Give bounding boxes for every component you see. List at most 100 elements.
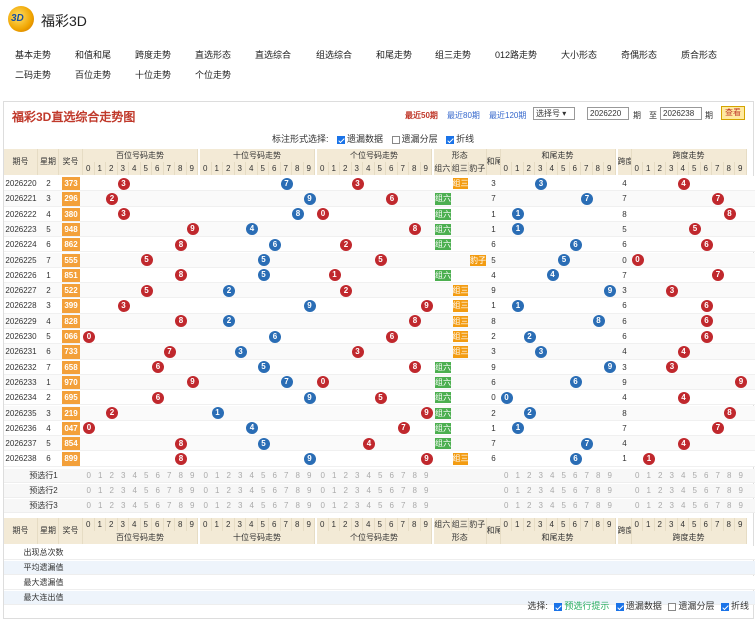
- preselect-digit[interactable]: 1: [329, 484, 341, 498]
- preselect-digit[interactable]: 5: [258, 499, 270, 513]
- preselect-digit[interactable]: 4: [363, 484, 375, 498]
- lottery-logo[interactable]: 3D: [8, 6, 34, 32]
- preselect-digit[interactable]: 2: [223, 484, 235, 498]
- query-button[interactable]: 查看: [721, 106, 745, 120]
- preselect-digit[interactable]: 7: [398, 484, 410, 498]
- preselect-digit[interactable]: 7: [581, 469, 593, 483]
- preselect-digit[interactable]: 3: [352, 469, 364, 483]
- preselect-digit[interactable]: 3: [666, 484, 678, 498]
- preselect-digit[interactable]: 7: [398, 499, 410, 513]
- preselect-digit[interactable]: 1: [643, 499, 655, 513]
- preselect-digit[interactable]: 6: [152, 469, 164, 483]
- preselect-digit[interactable]: 6: [701, 469, 713, 483]
- preselect-digit[interactable]: 5: [689, 499, 701, 513]
- preselect-digit[interactable]: 5: [258, 484, 270, 498]
- preselect-digit[interactable]: 0: [501, 469, 513, 483]
- preselect-digit[interactable]: 3: [235, 499, 247, 513]
- preselect-digit[interactable]: 6: [152, 499, 164, 513]
- preselect-digit[interactable]: 1: [512, 469, 524, 483]
- preselect-digit[interactable]: 5: [258, 469, 270, 483]
- preselect-digit[interactable]: 0: [317, 499, 329, 513]
- polyline-checkbox[interactable]: [446, 135, 455, 144]
- preselect-digit[interactable]: 5: [375, 469, 387, 483]
- preselect-digit[interactable]: 3: [118, 469, 130, 483]
- preselect-digit[interactable]: 9: [735, 499, 747, 513]
- preselect-digit[interactable]: 7: [164, 499, 176, 513]
- preselect-digit[interactable]: 4: [678, 499, 690, 513]
- preselect-digit[interactable]: 0: [501, 499, 513, 513]
- preselect-digit[interactable]: 0: [632, 469, 644, 483]
- nav-item[interactable]: 十位走势: [135, 68, 171, 81]
- preselect-digit[interactable]: 6: [269, 484, 281, 498]
- preselect-digit[interactable]: 1: [95, 469, 107, 483]
- preselect-digit[interactable]: 4: [678, 469, 690, 483]
- nav-item[interactable]: 直选综合: [255, 48, 291, 61]
- period-120-link[interactable]: 最近120期: [489, 110, 526, 121]
- preselect-digit[interactable]: 3: [235, 469, 247, 483]
- preselect-digit[interactable]: 2: [524, 484, 536, 498]
- preselect-digit[interactable]: 6: [269, 469, 281, 483]
- preselect-digit[interactable]: 0: [317, 469, 329, 483]
- preselect-digit[interactable]: 9: [304, 499, 316, 513]
- preselect-digit[interactable]: 5: [375, 484, 387, 498]
- preselect-digit[interactable]: 1: [643, 469, 655, 483]
- preselect-digit[interactable]: 8: [409, 469, 421, 483]
- preselect-digit[interactable]: 4: [547, 499, 559, 513]
- preselect-digit[interactable]: 2: [106, 484, 118, 498]
- preselect-digit[interactable]: 8: [593, 484, 605, 498]
- preselect-digit[interactable]: 2: [340, 469, 352, 483]
- from-issue-input[interactable]: 2026220: [587, 107, 629, 120]
- preselect-digit[interactable]: 9: [735, 484, 747, 498]
- preselect-digit[interactable]: 7: [398, 469, 410, 483]
- nav-item[interactable]: 和尾走势: [376, 48, 412, 61]
- preselect-digit[interactable]: 1: [643, 484, 655, 498]
- preselect-digit[interactable]: 2: [655, 499, 667, 513]
- preselect-digit[interactable]: 8: [292, 484, 304, 498]
- preselect-digit[interactable]: 9: [187, 499, 199, 513]
- preselect-digit[interactable]: 0: [83, 484, 95, 498]
- bottom-polyline-checkbox[interactable]: [720, 602, 729, 611]
- preselect-digit[interactable]: 9: [604, 499, 616, 513]
- preselect-digit[interactable]: 7: [581, 484, 593, 498]
- period-50-link[interactable]: 最近50期: [405, 110, 438, 121]
- preselect-digit[interactable]: 4: [363, 469, 375, 483]
- preselect-digit[interactable]: 8: [724, 469, 736, 483]
- nav-item[interactable]: 百位走势: [75, 68, 111, 81]
- preselect-digit[interactable]: 3: [666, 499, 678, 513]
- to-issue-input[interactable]: 2026238: [660, 107, 702, 120]
- nav-item[interactable]: 和值和尾: [75, 48, 111, 61]
- preselect-digit[interactable]: 6: [269, 499, 281, 513]
- preselect-digit[interactable]: 8: [175, 499, 187, 513]
- preselect-digit[interactable]: 6: [701, 484, 713, 498]
- preselect-digit[interactable]: 4: [246, 484, 258, 498]
- preselect-digit[interactable]: 0: [83, 499, 95, 513]
- nav-item[interactable]: 个位走势: [195, 68, 231, 81]
- preselect-digit[interactable]: 1: [212, 499, 224, 513]
- preselect-digit[interactable]: 4: [547, 469, 559, 483]
- preselect-digit[interactable]: 0: [200, 499, 212, 513]
- preselect-digit[interactable]: 1: [95, 484, 107, 498]
- preselect-digit[interactable]: 7: [281, 499, 293, 513]
- preselect-digit[interactable]: 3: [118, 499, 130, 513]
- preselect-digit[interactable]: 8: [292, 469, 304, 483]
- preselect-digit[interactable]: 1: [212, 484, 224, 498]
- preselect-digit[interactable]: 9: [421, 484, 433, 498]
- preselect-digit[interactable]: 8: [175, 484, 187, 498]
- preselect-digit[interactable]: 4: [129, 484, 141, 498]
- preselect-digit[interactable]: 2: [340, 499, 352, 513]
- nav-item[interactable]: 二码走势: [15, 68, 51, 81]
- nav-item[interactable]: 组选综合: [316, 48, 352, 61]
- preselect-digit[interactable]: 2: [223, 499, 235, 513]
- preselect-digit[interactable]: 4: [246, 499, 258, 513]
- preselect-digit[interactable]: 7: [712, 484, 724, 498]
- preselect-digit[interactable]: 1: [512, 499, 524, 513]
- nav-item[interactable]: 组三走势: [435, 48, 471, 61]
- bottom-missing-layer-checkbox[interactable]: [668, 602, 677, 611]
- preselect-digit[interactable]: 0: [200, 484, 212, 498]
- preselect-digit[interactable]: 2: [340, 484, 352, 498]
- preselect-digit[interactable]: 7: [581, 499, 593, 513]
- preselect-digit[interactable]: 0: [632, 499, 644, 513]
- preselect-digit[interactable]: 4: [246, 469, 258, 483]
- preselect-digit[interactable]: 3: [352, 484, 364, 498]
- preselect-digit[interactable]: 8: [593, 469, 605, 483]
